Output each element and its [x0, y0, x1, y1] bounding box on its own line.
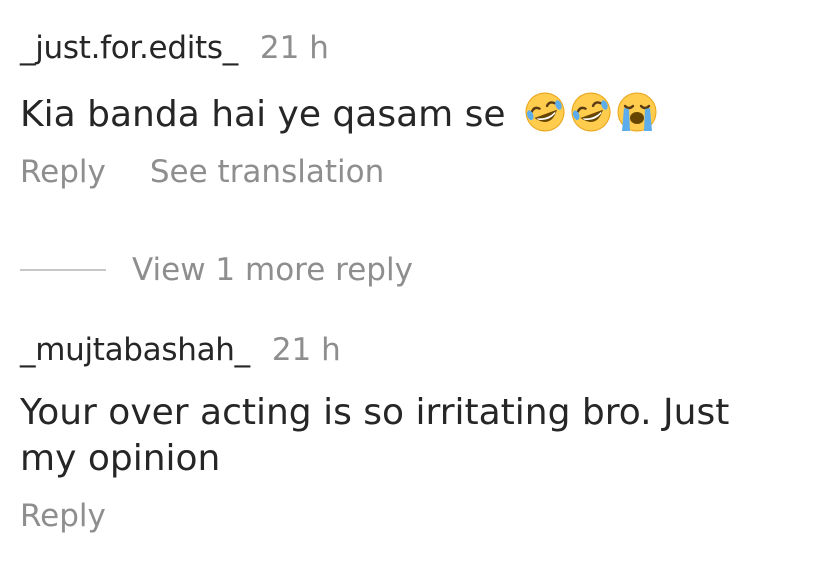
reply-button[interactable]: Reply	[20, 154, 106, 190]
view-more-replies[interactable]: View 1 more reply	[20, 252, 413, 288]
emoji-group	[523, 90, 659, 134]
comment-timestamp: 21 h	[271, 332, 341, 368]
comment-meta: _just.for.edits_ 21 h	[20, 30, 795, 74]
comment-meta: _mujtabashah_ 21 h	[20, 332, 795, 376]
see-translation-button[interactable]: See translation	[150, 154, 384, 190]
thread-divider	[20, 269, 106, 271]
comment: _mujtabashah_ 21 h Your over acting is s…	[20, 332, 795, 534]
comment-actions: Reply	[20, 498, 795, 534]
comment: _just.for.edits_ 21 h Kia banda hai ye q…	[20, 30, 795, 190]
comment-body: Your over acting is so irritating bro. J…	[20, 390, 795, 482]
rolling-on-floor-laughing-emoji	[571, 92, 611, 132]
reply-button[interactable]: Reply	[20, 498, 106, 534]
comment-username[interactable]: _mujtabashah_	[20, 332, 250, 368]
comment-username[interactable]: _just.for.edits_	[20, 30, 238, 66]
rolling-on-floor-laughing-emoji	[525, 92, 565, 132]
comment-timestamp: 21 h	[259, 30, 329, 66]
comment-actions: Reply See translation	[20, 154, 795, 190]
view-more-replies-label[interactable]: View 1 more reply	[132, 252, 413, 288]
loudly-crying-emoji	[617, 92, 657, 132]
comment-text: Kia banda hai ye qasam se	[20, 94, 506, 135]
comment-body: Kia banda hai ye qasam se	[20, 90, 795, 138]
comment-text: Your over acting is so irritating bro. J…	[20, 392, 730, 479]
